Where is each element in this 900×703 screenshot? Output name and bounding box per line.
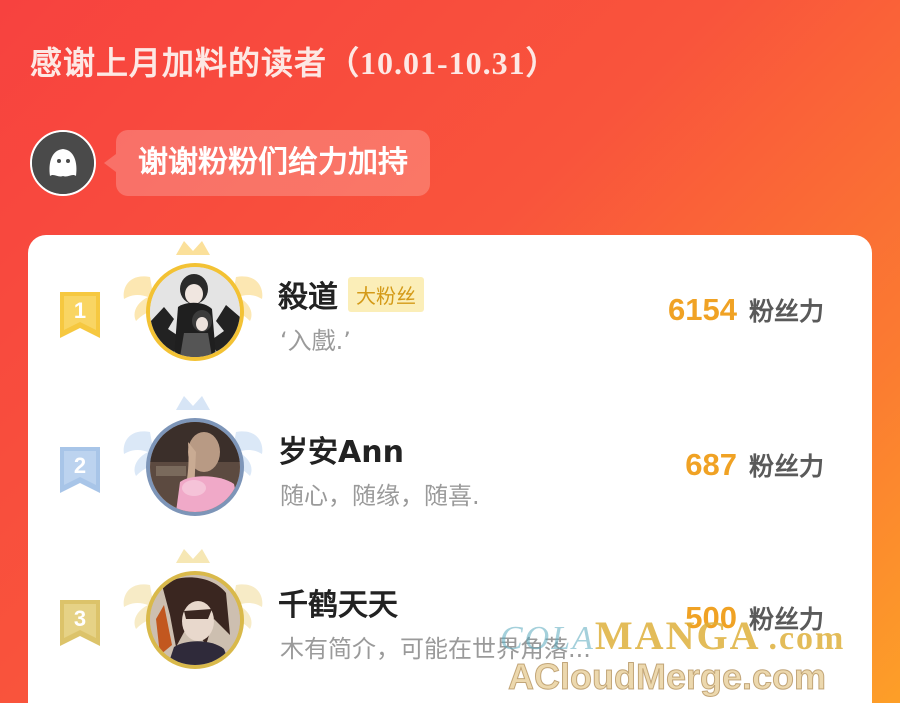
date-range: 10.01-10.31 <box>360 45 526 81</box>
user-avatar[interactable] <box>146 418 244 516</box>
leaderboard-card: 1 殺道 大粉丝 ‘入戲.’ 6154 粉丝力 2 岁安Ann 随心，随缘，随喜… <box>28 235 872 703</box>
ghost-icon <box>32 132 94 194</box>
user-bio: ‘入戲.’ <box>280 327 351 355</box>
fan-score-value: 500 <box>685 600 737 635</box>
avatar-image <box>150 267 240 357</box>
page: 感谢上月加料的读者（10.01-10.31） 谢谢粉粉们给力加持 1 殺道 大粉… <box>0 0 900 703</box>
fan-score: 687 粉丝力 <box>685 447 824 483</box>
page-title: 感谢上月加料的读者（10.01-10.31） <box>30 38 559 84</box>
user-name-line: 殺道 大粉丝 <box>278 272 424 316</box>
leaderboard-row-1[interactable]: 1 殺道 大粉丝 ‘入戲.’ 6154 粉丝力 <box>28 235 872 375</box>
leaderboard-row-3[interactable]: 3 千鹤天天 木有简介，可能在世界角落... 500 粉丝力 <box>28 543 872 683</box>
rank-number: 2 <box>73 453 87 478</box>
title-text: 感谢上月加料的读者（ <box>30 44 361 82</box>
user-name-line: 千鹤天天 <box>278 580 398 624</box>
fan-score: 500 粉丝力 <box>685 600 824 636</box>
user-name[interactable]: 千鹤天天 <box>278 580 398 624</box>
user-avatar[interactable] <box>146 571 244 669</box>
rank-badge: 2 <box>58 447 102 493</box>
fan-score-unit: 粉丝力 <box>748 297 824 326</box>
title-close-paren: ） <box>525 44 559 82</box>
user-name-line: 岁安Ann <box>278 427 404 471</box>
rank-badge: 1 <box>58 292 102 338</box>
user-name[interactable]: 殺道 <box>278 272 338 316</box>
rank-badge: 3 <box>58 600 102 646</box>
fan-score-value: 6154 <box>668 292 737 327</box>
rank-number: 3 <box>73 606 87 631</box>
fan-score-unit: 粉丝力 <box>748 452 824 481</box>
user-avatar[interactable] <box>146 263 244 361</box>
fan-score-value: 687 <box>685 447 737 482</box>
rank-number: 1 <box>73 298 87 323</box>
fan-score: 6154 粉丝力 <box>668 292 824 328</box>
avatar-image <box>150 422 240 512</box>
user-name[interactable]: 岁安Ann <box>278 427 404 471</box>
user-bio: 随心，随缘，随喜. <box>280 482 480 510</box>
leaderboard-row-2[interactable]: 2 岁安Ann 随心，随缘，随喜. 687 粉丝力 <box>28 390 872 530</box>
fan-score-unit: 粉丝力 <box>748 605 824 634</box>
user-bio: 木有简介，可能在世界角落... <box>280 635 591 663</box>
host-avatar <box>30 130 96 196</box>
thanks-bubble: 谢谢粉粉们给力加持 <box>104 130 430 196</box>
avatar-image <box>150 575 240 665</box>
fan-level-badge: 大粉丝 <box>348 276 424 312</box>
